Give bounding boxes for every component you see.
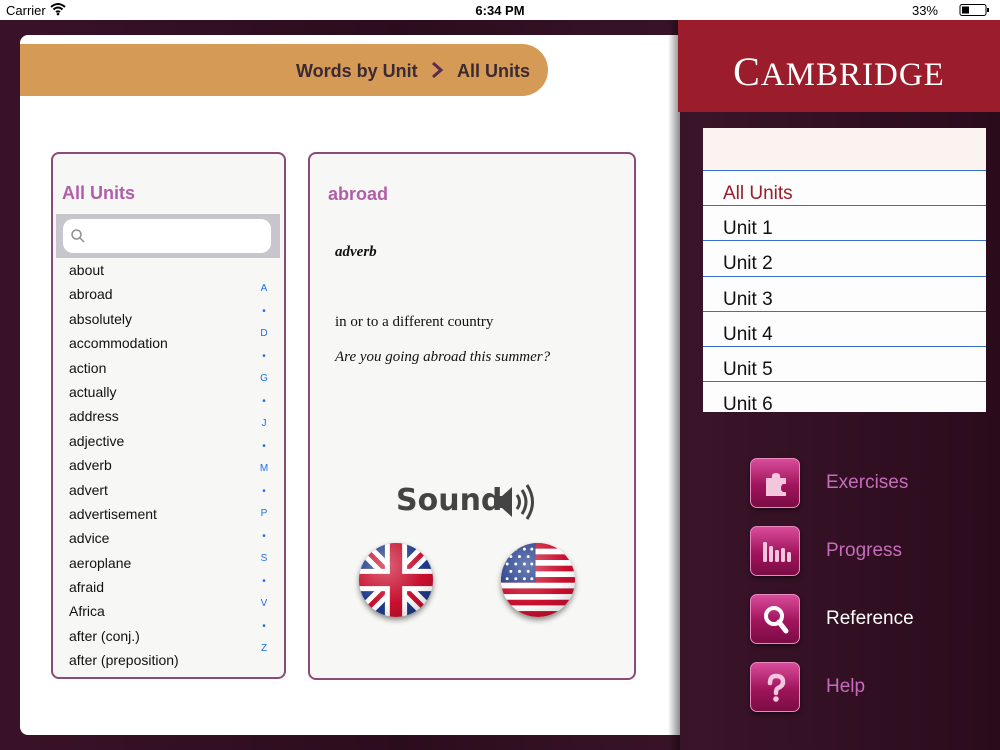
word-list-item[interactable]: Africa: [53, 599, 253, 623]
search-field-box[interactable]: [63, 219, 271, 253]
unit-row[interactable]: Unit 5: [703, 347, 986, 383]
speaker-icon: [494, 484, 534, 520]
nav-help[interactable]: Help: [750, 662, 990, 714]
entry-detail-panel: abroad adverb in or to a different count…: [308, 152, 636, 680]
sound-label: Sound: [396, 483, 503, 518]
unit-list-header: [703, 128, 986, 171]
example-sentence: Are you going abroad this summer?: [335, 349, 551, 365]
word-list-item[interactable]: adverb: [53, 453, 253, 477]
index-dot[interactable]: •: [256, 571, 272, 594]
cambridge-logo: CAMBRIDGE: [733, 49, 945, 94]
puzzle-icon: [750, 458, 800, 508]
part-of-speech: adverb: [335, 244, 377, 260]
word-list-item[interactable]: after (conj.): [53, 624, 253, 648]
index-dot[interactable]: •: [256, 391, 272, 414]
index-letter[interactable]: A: [256, 278, 272, 301]
us-pronunciation-button[interactable]: [501, 543, 575, 617]
index-letter[interactable]: Z: [256, 638, 272, 661]
definition-text: in or to a different country: [335, 314, 494, 330]
word-list-item[interactable]: advertisement: [53, 502, 253, 526]
index-letter[interactable]: J: [256, 413, 272, 436]
nav-label: Exercises: [826, 472, 909, 493]
question-icon: [750, 662, 800, 712]
uk-flag-icon: [359, 543, 433, 617]
unit-row[interactable]: Unit 6: [703, 382, 986, 412]
index-dot[interactable]: •: [256, 346, 272, 369]
index-letter[interactable]: M: [256, 458, 272, 481]
chevron-right-icon: [432, 61, 444, 79]
brand-header: CAMBRIDGE: [678, 20, 1000, 112]
unit-list: All Units Unit 1 Unit 2 Unit 3 Unit 4 Unit 5U…: [703, 128, 986, 412]
unit-rows: All Units Unit 1 Unit 2 Unit 3 Unit 4 Unit 5U…: [703, 171, 986, 412]
nav-label: Progress: [826, 540, 903, 561]
index-letter[interactable]: G: [256, 368, 272, 391]
word-list-panel: All Units about abroad absolutely accommoda…: [51, 152, 286, 679]
battery-icon: [959, 4, 989, 16]
us-flag-icon: [501, 543, 575, 617]
breadcrumb-current: All Units: [457, 61, 531, 81]
word-list-item[interactable]: action: [53, 356, 253, 380]
status-bar: Carrier 6:34 PM 33%: [0, 0, 1000, 20]
index-dot[interactable]: •: [256, 526, 272, 549]
sidebar-shadow: [668, 20, 680, 750]
breadcrumb: Words by Unit All Units: [20, 44, 548, 96]
word-list-item[interactable]: advert: [53, 478, 253, 502]
word-list-item[interactable]: aeroplane: [53, 551, 253, 575]
search-bar: [56, 214, 280, 258]
nav-label: Help: [826, 676, 866, 697]
word-list-item[interactable]: adjective: [53, 429, 253, 453]
magnifier-icon: [750, 594, 800, 644]
word-list-item[interactable]: advice: [53, 526, 253, 550]
nav-progress[interactable]: Progress: [750, 526, 990, 578]
word-list-item[interactable]: abroad: [53, 282, 253, 306]
unit-row[interactable]: Unit 3: [703, 277, 986, 312]
word-list-item[interactable]: afraid: [53, 575, 253, 599]
breadcrumb-parent-link[interactable]: Words by Unit: [296, 61, 418, 82]
index-dot[interactable]: •: [256, 481, 272, 504]
search-input[interactable]: [91, 225, 266, 247]
word-list-item[interactable]: after (preposition): [53, 648, 253, 672]
nav-reference[interactable]: Reference: [750, 594, 990, 646]
unit-row[interactable]: All Units: [703, 171, 986, 207]
index-dot[interactable]: •: [256, 616, 272, 639]
index-dot[interactable]: •: [256, 301, 272, 324]
index-letter[interactable]: S: [256, 548, 272, 571]
word-list-title: All Units: [62, 183, 136, 203]
clock: 6:34 PM: [475, 3, 525, 18]
word-list-item[interactable]: actually: [53, 380, 253, 404]
nav-label: Reference: [826, 608, 914, 629]
entry-word: abroad: [328, 184, 389, 204]
bar-chart-icon: [750, 526, 800, 576]
word-list-item[interactable]: accommodation: [53, 331, 253, 355]
index-letter[interactable]: P: [256, 503, 272, 526]
word-list: about abroad absolutely accommodation action…: [53, 258, 253, 673]
battery-percent: 33%: [911, 3, 938, 18]
nav-exercises[interactable]: Exercises: [750, 458, 990, 510]
word-list-item[interactable]: address: [53, 404, 253, 428]
index-letter[interactable]: V: [256, 593, 272, 616]
unit-row[interactable]: Unit 4: [703, 312, 986, 347]
uk-pronunciation-button[interactable]: [359, 543, 433, 617]
word-list-item[interactable]: about: [53, 258, 253, 282]
index-dot[interactable]: •: [256, 436, 272, 459]
search-icon: [71, 229, 85, 243]
word-list-item[interactable]: absolutely: [53, 307, 253, 331]
alphabet-index[interactable]: A • D • G • J • M • P • S • V • Z: [256, 278, 272, 661]
unit-row[interactable]: Unit 1: [703, 206, 986, 242]
unit-row[interactable]: Unit 2: [703, 241, 986, 277]
index-letter[interactable]: D: [256, 323, 272, 346]
